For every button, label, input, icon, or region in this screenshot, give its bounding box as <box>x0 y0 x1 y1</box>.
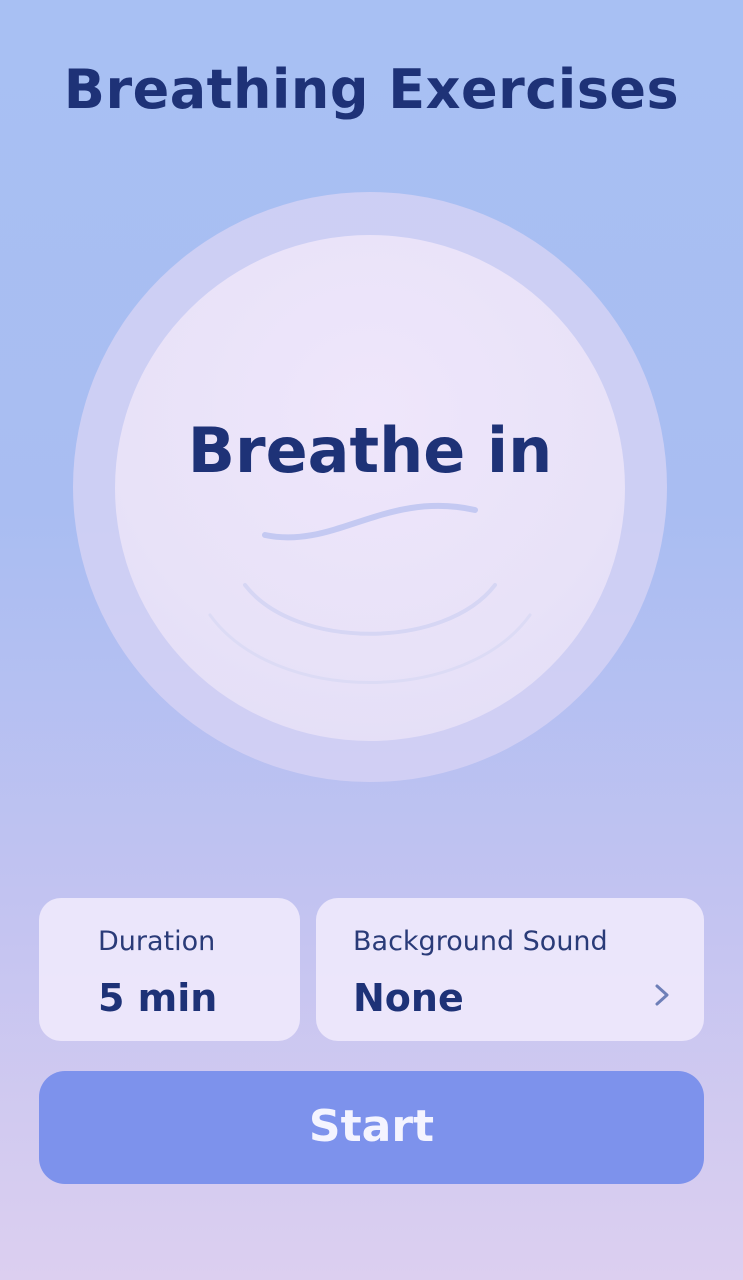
app-title: Breathing Exercises <box>63 58 680 121</box>
duration-card[interactable]: Duration 5 min <box>39 898 300 1041</box>
background-sound-label: Background Sound <box>353 926 608 957</box>
breathe-instruction: Breathe in <box>187 414 553 487</box>
background-sound-value: None <box>353 976 464 1020</box>
background-sound-card[interactable]: Background Sound None <box>316 898 704 1041</box>
chevron-right-icon[interactable] <box>650 982 674 1008</box>
start-button[interactable]: Start <box>39 1071 704 1184</box>
duration-value: 5 min <box>98 976 218 1020</box>
wave-decoration-icon <box>208 502 532 684</box>
duration-label: Duration <box>98 926 216 957</box>
start-button-label: Start <box>308 1101 435 1152</box>
